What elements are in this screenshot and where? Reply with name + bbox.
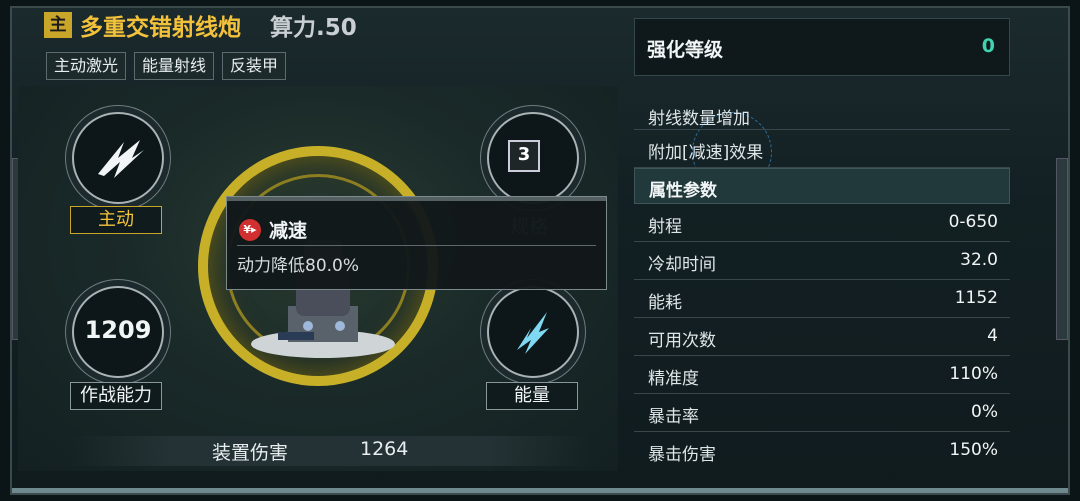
effect-row: 射线数量增加 [634, 104, 1010, 130]
attribute-name: 可用次数 [648, 331, 716, 351]
attribute-value: 0% [971, 402, 998, 422]
attribute-row: 暴击伤害 150% [634, 432, 1010, 468]
combat-power-value: 1209 [84, 316, 152, 344]
energy-label: 能量 [486, 382, 578, 410]
attribute-name: 冷却时间 [648, 255, 716, 275]
tooltip-topbar [227, 197, 606, 201]
device-damage-label: 装置伤害 [212, 442, 289, 464]
attribute-value: 0-650 [948, 212, 998, 232]
energy-burst-icon [517, 312, 549, 354]
right-edge-handle [1056, 158, 1068, 340]
tooltip-title: 减速 [269, 220, 308, 242]
tooltip-divider [237, 245, 596, 246]
weapon-power: 算力.50 [270, 15, 357, 41]
weapon-tags: 主动激光 能量射线 反装甲 [46, 52, 287, 80]
enhance-level-box[interactable]: 强化等级 0 [634, 18, 1010, 76]
attribute-value: 4 [987, 326, 998, 346]
active-skill-node[interactable] [72, 112, 164, 204]
tag-anti-armor: 反装甲 [222, 52, 287, 80]
slow-icon: ¥▸ [239, 219, 261, 241]
effect-text: 射线数量增加 [648, 109, 750, 129]
attribute-name: 精准度 [648, 369, 699, 389]
tooltip-description: 动力降低80.0% [237, 256, 360, 276]
attribute-row: 可用次数 4 [634, 318, 1010, 356]
damage-bar [70, 436, 590, 466]
tag-energy-ray: 能量射线 [134, 52, 215, 80]
attribute-name: 暴击率 [648, 407, 699, 427]
device-damage-value: 1264 [360, 438, 409, 460]
attributes-section-title: 属性参数 [649, 181, 717, 201]
attribute-value: 32.0 [960, 250, 998, 270]
combat-power-node[interactable]: 1209 [72, 286, 164, 378]
attribute-name: 射程 [648, 217, 682, 237]
weapon-title: 多重交错射线炮 [80, 15, 241, 41]
attribute-name: 暴击伤害 [648, 445, 716, 465]
attribute-name: 能耗 [648, 293, 682, 313]
claw-strike-icon [98, 140, 144, 178]
effect-row: 附加[减速]效果 [634, 130, 1010, 168]
attribute-list[interactable]: 射线数量增加 附加[减速]效果 属性参数 射程 0-650 冷却时间 32.0 能耗… [634, 104, 1010, 468]
attribute-value: 110% [949, 364, 998, 384]
active-label: 主动 [70, 206, 162, 234]
attributes-section-header: 属性参数 [634, 168, 1010, 204]
attribute-row: 射程 0-650 [634, 204, 1010, 242]
attribute-row: 能耗 1152 [634, 280, 1010, 318]
slow-effect-tooltip: ¥▸ 减速 动力降低80.0% [226, 196, 607, 290]
main-weapon-badge: 主 [44, 12, 72, 38]
energy-node[interactable] [487, 286, 579, 378]
spec-value: 3 [508, 140, 540, 172]
tag-active-laser: 主动激光 [46, 52, 127, 80]
effect-text: 附加[减速]效果 [648, 143, 764, 163]
enhance-level-value: 0 [981, 35, 995, 57]
attribute-row: 冷却时间 32.0 [634, 242, 1010, 280]
combat-power-label: 作战能力 [70, 382, 162, 410]
attribute-row: 精准度 110% [634, 356, 1010, 394]
attribute-value: 150% [949, 440, 998, 460]
attribute-value: 1152 [954, 288, 998, 308]
attribute-row: 暴击率 0% [634, 394, 1010, 432]
enhance-level-label: 强化等级 [647, 39, 724, 61]
